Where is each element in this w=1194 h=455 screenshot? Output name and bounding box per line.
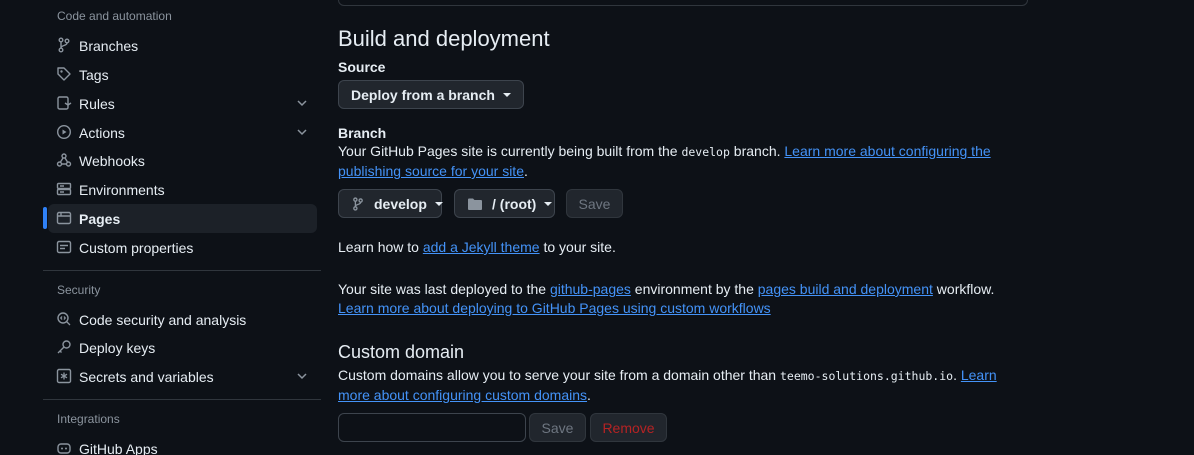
- jekyll-text-part: to your site.: [539, 239, 616, 255]
- sidebar-item-github-apps[interactable]: GitHub Apps: [44, 434, 317, 455]
- sidebar-item-custom-properties[interactable]: Custom properties: [44, 233, 317, 262]
- active-indicator: [43, 207, 47, 229]
- branch-label: Branch: [338, 125, 387, 141]
- folder-select-label: / (root): [492, 195, 537, 212]
- sidebar-item-label: GitHub Apps: [79, 440, 158, 455]
- custom-domain-text: .: [953, 367, 961, 383]
- group-title-integrations: Integrations: [57, 412, 120, 426]
- browser-icon: [56, 210, 72, 226]
- jekyll-text: Learn how to add a Jekyll theme to your …: [338, 238, 616, 257]
- folder-icon: [467, 197, 483, 211]
- sidebar-item-deploy-keys[interactable]: Deploy keys: [44, 333, 317, 362]
- caret-down-icon: [434, 201, 443, 206]
- sidebar-divider: [43, 399, 321, 400]
- git-branch-icon: [351, 196, 365, 211]
- chevron-down-icon[interactable]: [295, 96, 309, 110]
- sidebar-item-actions[interactable]: Actions: [44, 118, 317, 147]
- git-branch-icon: [56, 37, 72, 53]
- sidebar-item-label: Webhooks: [79, 152, 145, 169]
- sidebar-item-label: Custom properties: [79, 239, 194, 256]
- caret-down-icon: [544, 201, 553, 206]
- key-icon: [56, 339, 72, 355]
- custom-domain-remove-button[interactable]: Remove: [590, 413, 667, 442]
- sidebar-item-label: Tags: [79, 66, 109, 83]
- sidebar-item-environments[interactable]: Environments: [44, 175, 317, 204]
- settings-sidebar: Code and automation Branches Tags Rules …: [0, 0, 330, 455]
- sidebar-item-label: Actions: [79, 124, 125, 141]
- sidebar-item-label: Secrets and variables: [79, 368, 214, 385]
- sidebar-divider: [43, 270, 321, 271]
- webhook-icon: [56, 152, 72, 168]
- jekyll-text-part: Learn how to: [338, 239, 423, 255]
- pages-settings-main: Build and deployment Source Deploy from …: [338, 0, 1038, 455]
- sidebar-item-branches[interactable]: Branches: [44, 31, 317, 60]
- apps-icon: [56, 440, 72, 455]
- codescan-icon: [56, 311, 72, 327]
- sidebar-item-label: Environments: [79, 181, 165, 198]
- workflow-link[interactable]: pages build and deployment: [758, 281, 933, 297]
- branch-select[interactable]: develop: [338, 189, 443, 218]
- deployed-text-part: Your site was last deployed to the: [338, 281, 550, 297]
- branch-description: Your GitHub Pages site is currently bein…: [338, 142, 1038, 181]
- tag-icon: [56, 66, 72, 82]
- branch-period: .: [524, 163, 528, 179]
- branch-text: branch.: [729, 143, 785, 159]
- domain-code: teemo-solutions.github.io: [779, 369, 954, 383]
- repo-rules-icon: [56, 95, 72, 111]
- chevron-down-icon[interactable]: [295, 369, 309, 383]
- jekyll-theme-link[interactable]: add a Jekyll theme: [423, 239, 540, 255]
- sidebar-item-webhooks[interactable]: Webhooks: [44, 146, 317, 175]
- custom-domain-text: Custom domains allow you to serve your s…: [338, 367, 780, 383]
- github-pages-env-link[interactable]: github-pages: [550, 281, 631, 297]
- sidebar-item-label: Code security and analysis: [79, 311, 247, 328]
- group-title-code-automation: Code and automation: [57, 9, 172, 23]
- custom-domain-description: Custom domains allow you to serve your s…: [338, 366, 1028, 405]
- sidebar-item-label: Rules: [79, 95, 115, 112]
- branch-save-button[interactable]: Save: [566, 189, 623, 218]
- last-deployed-text: Your site was last deployed to the githu…: [338, 280, 1038, 299]
- branch-code: develop: [681, 145, 730, 159]
- custom-workflows-line: Learn more about deploying to GitHub Pag…: [338, 299, 771, 318]
- branch-select-label: develop: [374, 195, 427, 212]
- build-deployment-heading: Build and deployment: [338, 26, 550, 51]
- sidebar-item-label: Branches: [79, 37, 139, 54]
- sidebar-item-code-security[interactable]: Code security and analysis: [44, 305, 317, 334]
- asterisk-box-icon: [56, 368, 72, 384]
- folder-select[interactable]: / (root): [454, 189, 555, 218]
- sidebar-item-rules[interactable]: Rules: [44, 89, 317, 118]
- sidebar-item-tags[interactable]: Tags: [44, 60, 317, 89]
- branch-text: Your GitHub Pages site is currently bein…: [338, 143, 682, 159]
- group-title-security: Security: [57, 283, 101, 297]
- custom-domain-save-button[interactable]: Save: [529, 413, 586, 442]
- custom-domain-period: .: [587, 387, 591, 403]
- custom-domain-input[interactable]: [338, 413, 526, 442]
- source-label: Source: [338, 59, 386, 75]
- sidebar-item-label: Pages: [79, 210, 121, 227]
- sidebar-item-pages[interactable]: Pages: [48, 204, 317, 233]
- chevron-down-icon[interactable]: [295, 125, 309, 139]
- source-dropdown-label: Deploy from a branch: [351, 86, 495, 103]
- custom-workflows-link[interactable]: Learn more about deploying to GitHub Pag…: [338, 300, 771, 316]
- previous-section-box: [338, 0, 1028, 6]
- custom-domain-heading: Custom domain: [338, 342, 465, 362]
- source-dropdown[interactable]: Deploy from a branch: [338, 80, 524, 109]
- sidebar-item-label: Deploy keys: [79, 339, 156, 356]
- sidebar-item-secrets[interactable]: Secrets and variables: [44, 362, 317, 391]
- deployed-text-part: workflow.: [932, 281, 995, 297]
- note-icon: [56, 239, 72, 255]
- caret-down-icon: [502, 92, 511, 97]
- server-icon: [56, 181, 72, 197]
- deployed-text-part: environment by the: [630, 281, 758, 297]
- play-circle-icon: [56, 124, 72, 140]
